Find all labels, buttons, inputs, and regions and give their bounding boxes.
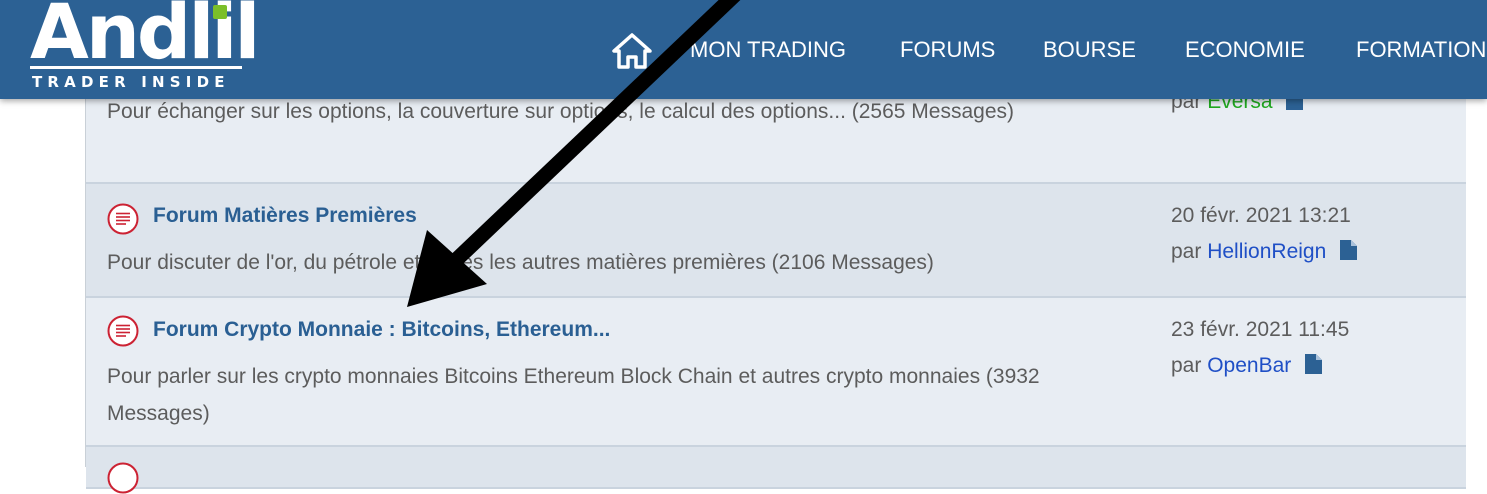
nav-bourse[interactable]: BOURSE — [1043, 37, 1136, 63]
last-post-date: 20 févr. 2021 13:21 — [1171, 204, 1351, 227]
document-icon[interactable] — [1305, 354, 1323, 374]
site-logo[interactable]: Andlil TRADER INSIDE — [30, 0, 260, 95]
forum-title-link[interactable]: Forum Crypto Monnaie : Bitcoins, Ethereu… — [153, 318, 610, 342]
document-icon[interactable] — [1340, 240, 1358, 260]
nav-formation[interactable]: FORMATION — [1356, 37, 1486, 63]
forum-description: Pour discuter de l'or, du pétrole et tou… — [107, 251, 934, 274]
logo-accent-dot — [213, 5, 227, 19]
nav-economie[interactable]: ECONOMIE — [1185, 37, 1305, 63]
last-post-user-link[interactable]: OpenBar — [1207, 354, 1291, 377]
forum-description: Pour parler sur les crypto monnaies Bitc… — [107, 365, 1040, 425]
last-post-by-prefix: par — [1171, 240, 1202, 263]
forum-title-link[interactable]: Forum Matières Premières — [153, 204, 417, 228]
last-post-date: 23 févr. 2021 11:45 — [1171, 318, 1350, 341]
home-icon[interactable] — [612, 33, 652, 69]
last-post-user-link[interactable]: HellionReign — [1207, 240, 1326, 263]
logo-tagline: TRADER INSIDE — [32, 73, 230, 91]
forum-unread-icon — [107, 315, 139, 347]
nav-mon-trading[interactable]: MON TRADING — [690, 37, 846, 63]
last-post-author: par HellionReign — [1171, 240, 1358, 264]
site-header: Andlil TRADER INSIDE MON TRADING FORUMS … — [0, 0, 1487, 99]
last-post-by-prefix: par — [1171, 354, 1202, 377]
nav-forums[interactable]: FORUMS — [900, 37, 995, 63]
last-post-author: par OpenBar — [1171, 354, 1323, 378]
forum-row: Forum Crypto Monnaie : Bitcoins, Ethereu… — [86, 298, 1466, 447]
forum-row — [86, 447, 1466, 494]
forum-row: Forum Matières Premières Pour discuter d… — [86, 184, 1466, 298]
logo-underline — [30, 66, 242, 69]
forum-unread-icon — [107, 203, 139, 235]
